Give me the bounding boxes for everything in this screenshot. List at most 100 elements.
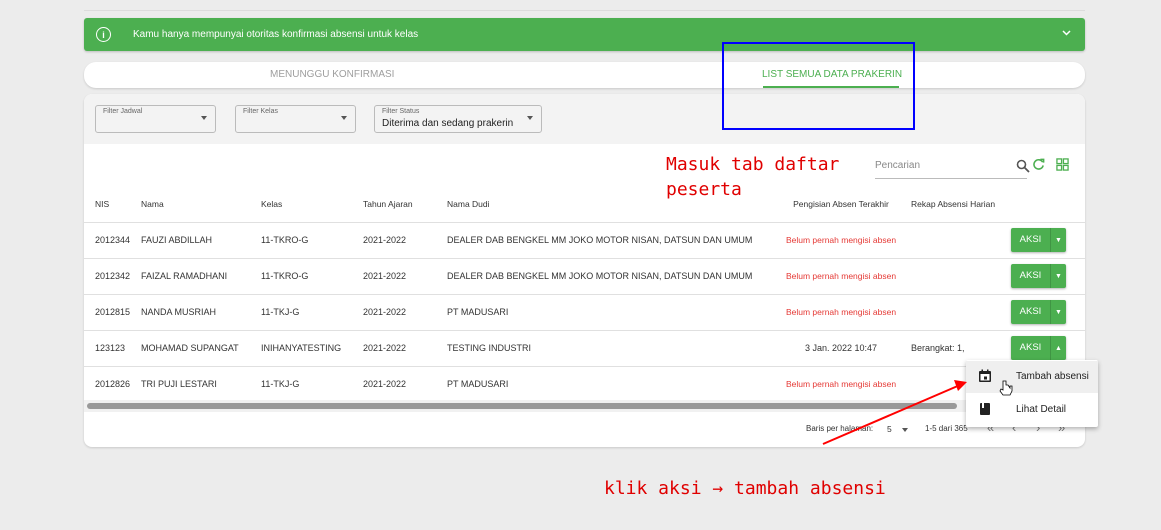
cell-nis: 123123 (84, 330, 141, 367)
refresh-icon[interactable] (1032, 158, 1045, 171)
header-rekap-absensi[interactable]: Rekap Absensi Harian (905, 186, 1011, 223)
grid-view-icon[interactable] (1056, 158, 1069, 171)
table-header-row: NIS Nama Kelas Tahun Ajaran Nama Dudi Pe… (84, 186, 1085, 223)
cell-pengisian-absen-text: Belum pernah mengisi absen (785, 307, 897, 317)
header-nis[interactable]: NIS (84, 186, 141, 223)
cell-nama: TRI PUJI LESTARI (141, 366, 261, 403)
header-tahun-ajaran[interactable]: Tahun Ajaran (363, 186, 447, 223)
cell-kelas: INIHANYATESTING (261, 330, 363, 367)
cell-nis-text: 123123 (95, 343, 126, 353)
filter-status-value: Diterima dan sedang prakerin (382, 118, 514, 129)
cell-nis: 2012826 (84, 366, 141, 403)
filter-jadwal-select[interactable]: Filter Jadwal (95, 105, 216, 133)
table-row: 123123 MOHAMAD SUPANGAT INIHANYATESTING 202… (84, 330, 1085, 367)
cell-pengisian-absen-text: Belum pernah mengisi absen (785, 379, 897, 389)
cell-tahun-ajaran-text: 2021-2022 (363, 379, 407, 389)
annotation-action-note: klik aksi → tambah absensi (604, 478, 886, 499)
cell-nama-dudi-text: PT MADUSARI (447, 307, 509, 317)
menu-item-lihat-detail[interactable]: Lihat Detail (966, 394, 1098, 426)
dropdown-arrow-icon (341, 116, 347, 120)
filter-kelas-select[interactable]: Filter Kelas (235, 105, 356, 133)
cell-nis-text: 2012344 (95, 235, 131, 245)
pagination: Baris per halaman: 5 1-5 dari 365 « ‹ › … (84, 412, 1085, 447)
aksi-button[interactable]: AKSI ▼ (1011, 300, 1066, 324)
table-row: 2012342 FAIZAL RAMADHANI 11-TKRO-G 2021-202… (84, 258, 1085, 295)
cell-tahun-ajaran-text: 2021-2022 (363, 343, 407, 353)
cell-tahun-ajaran: 2021-2022 (363, 258, 447, 295)
cell-pengisian-absen: Belum pernah mengisi absen (777, 366, 905, 403)
aksi-dropdown-menu: Tambah absensi Lihat Detail (966, 360, 1098, 427)
alert-message: Kamu hanya mempunyai otoritas konfirmasi… (133, 29, 419, 40)
aksi-button-label: AKSI (1011, 228, 1051, 252)
cell-pengisian-absen: Belum pernah mengisi absen (777, 294, 905, 331)
rows-per-page-label: Baris per halaman: (806, 424, 874, 433)
cell-kelas-text: 11-TKRO-G (261, 235, 309, 245)
scrollbar-thumb[interactable] (87, 403, 957, 409)
dropdown-arrow-icon (201, 116, 207, 120)
cell-tahun-ajaran-text: 2021-2022 (363, 271, 407, 281)
cell-nama-dudi: DEALER DAB BENGKEL MM JOKO MOTOR NISAN, … (447, 258, 777, 295)
filter-bar: Filter Jadwal Filter Kelas Filter Status… (84, 94, 1085, 144)
top-divider (84, 10, 1085, 11)
filter-status-label: Filter Status (382, 108, 420, 115)
tab-menunggu-konfirmasi[interactable]: MENUNGGU KONFIRMASI (270, 69, 394, 80)
cell-nama-text: FAIZAL RAMADHANI (141, 271, 228, 281)
info-icon: i (96, 27, 111, 42)
info-alert: i Kamu hanya mempunyai otoritas konfirma… (84, 18, 1085, 51)
aksi-button[interactable]: AKSI ▼ (1011, 264, 1066, 288)
cell-rekap-absensi (905, 258, 1011, 295)
cell-nama-dudi-text: PT MADUSARI (447, 379, 509, 389)
book-icon (980, 403, 990, 415)
filter-status-select[interactable]: Filter Status Diterima dan sedang praker… (374, 105, 542, 133)
cell-nama: MOHAMAD SUPANGAT (141, 330, 261, 367)
cell-kelas-text: 11-TKJ-G (261, 379, 300, 389)
aksi-button[interactable]: AKSI ▼ (1011, 228, 1066, 252)
cell-pengisian-absen-text: Belum pernah mengisi absen (785, 271, 897, 281)
header-nama[interactable]: Nama (141, 186, 261, 223)
cell-rekap-absensi (905, 294, 1011, 331)
rows-per-page-select[interactable]: 5 (887, 424, 892, 434)
cell-tahun-ajaran-text: 2021-2022 (363, 235, 407, 245)
aksi-button[interactable]: AKSI ▲ (1011, 336, 1066, 360)
cell-nis-text: 2012815 (95, 307, 131, 317)
cell-nama: FAIZAL RAMADHANI (141, 258, 261, 295)
cell-nama-dudi: TESTING INDUSTRI (447, 330, 777, 367)
annotation-tab-note: Masuk tab daftar peserta (666, 154, 840, 200)
calendar-icon (979, 369, 991, 382)
filter-jadwal-label: Filter Jadwal (103, 108, 143, 115)
search-icon[interactable] (1016, 159, 1030, 173)
table-row: 2012344 FAUZI ABDILLAH 11-TKRO-G 2021-2022 D… (84, 222, 1085, 259)
cell-nama-dudi: DEALER DAB BENGKEL MM JOKO MOTOR NISAN, … (447, 222, 777, 259)
caret-down-icon[interactable]: ▼ (1051, 237, 1066, 244)
cell-nama: NANDA MUSRIAH (141, 294, 261, 331)
dropdown-arrow-icon[interactable] (902, 428, 908, 432)
caret-down-icon[interactable]: ▼ (1051, 273, 1066, 280)
cell-kelas: 11-TKRO-G (261, 222, 363, 259)
filter-kelas-label: Filter Kelas (243, 108, 279, 115)
cell-tahun-ajaran: 2021-2022 (363, 330, 447, 367)
menu-item-tambah-absensi[interactable]: Tambah absensi (966, 361, 1098, 393)
page-range: 1-5 dari 365 (925, 424, 968, 433)
cell-nama-text: NANDA MUSRIAH (141, 307, 217, 317)
search-input[interactable]: Pencarian (875, 154, 1030, 179)
cell-nis: 2012342 (84, 258, 141, 295)
cell-pengisian-absen-text: 3 Jan. 2022 10:47 (804, 343, 878, 353)
cell-kelas: 11-TKRO-G (261, 258, 363, 295)
cell-nis: 2012344 (84, 222, 141, 259)
cell-pengisian-absen-text: Belum pernah mengisi absen (785, 235, 897, 245)
horizontal-scrollbar[interactable] (84, 400, 1085, 412)
caret-up-icon[interactable]: ▲ (1051, 345, 1066, 352)
cell-nis-text: 2012826 (95, 379, 131, 389)
cell-nis: 2012815 (84, 294, 141, 331)
highlight-box (722, 42, 915, 130)
header-kelas[interactable]: Kelas (261, 186, 363, 223)
aksi-button-label: AKSI (1011, 300, 1051, 324)
cell-aksi: AKSI ▼ (1011, 258, 1085, 295)
chevron-down-icon[interactable] (1062, 28, 1071, 39)
cell-tahun-ajaran: 2021-2022 (363, 366, 447, 403)
data-table: NIS Nama Kelas Tahun Ajaran Nama Dudi Pe… (84, 186, 1085, 403)
caret-down-icon[interactable]: ▼ (1051, 309, 1066, 316)
cell-nama-dudi-text: DEALER DAB BENGKEL MM JOKO MOTOR NISAN, … (447, 271, 753, 281)
table-row: 2012815 NANDA MUSRIAH 11-TKJ-G 2021-2022 PT … (84, 294, 1085, 331)
cell-nama-text: TRI PUJI LESTARI (141, 379, 217, 389)
